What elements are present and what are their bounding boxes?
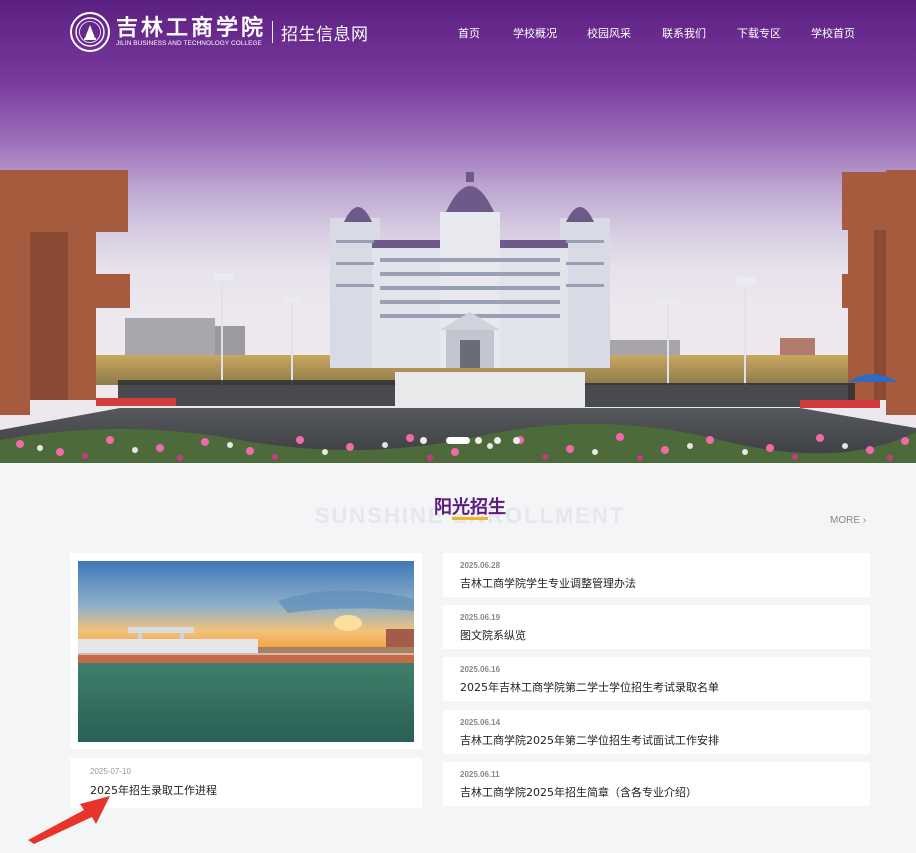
section-title-underline [452,517,488,520]
hero-banner [0,0,916,463]
featured-article[interactable]: 2025-07-10 2025年招生录取工作进程 [70,758,422,808]
news-item[interactable]: 2025.06.19 图文院系纵览 [443,605,870,649]
news-date: 2025.06.16 [460,665,501,674]
enrollment-section: SUNSHINE ENROLLMENT 阳光招生 MORE › 2025-07-… [0,463,916,853]
featured-date: 2025-07-10 [90,767,131,776]
nav-campus-style[interactable]: 校园风采 [587,25,631,41]
news-date: 2025.06.11 [460,770,500,779]
logo-english-name: JILIN BUSINESS AND TECHNOLOGY COLLEGE [116,40,262,47]
news-title[interactable]: 2025年吉林工商学院第二学士学位招生考试录取名单 [460,679,719,695]
stadium-photo[interactable] [78,561,414,742]
news-item[interactable]: 2025.06.11 吉林工商学院2025年招生简章（含各专业介绍） [443,762,870,806]
featured-image-card[interactable] [70,553,422,749]
news-title[interactable]: 图文院系纵览 [460,627,526,643]
news-item[interactable]: 2025.06.28 吉林工商学院学生专业调整管理办法 [443,553,870,597]
news-item[interactable]: 2025.06.16 2025年吉林工商学院第二学士学位招生考试录取名单 [443,657,870,701]
campus-photo [0,170,916,463]
news-title[interactable]: 吉林工商学院2025年第二学位招生考试面试工作安排 [460,732,719,748]
nav-contact[interactable]: 联系我们 [662,25,706,41]
news-title[interactable]: 吉林工商学院学生专业调整管理办法 [460,575,636,591]
annotation-arrow-icon [28,796,110,844]
news-date: 2025.06.14 [460,718,501,727]
slider-dot[interactable] [513,437,520,444]
news-item[interactable]: 2025.06.14 吉林工商学院2025年第二学位招生考试面试工作安排 [443,710,870,754]
main-nav: 首页 学校概况 校园风采 联系我们 下载专区 学校首页 [0,25,916,41]
nav-home[interactable]: 首页 [458,25,480,41]
nav-about[interactable]: 学校概况 [513,25,557,41]
slider-dot[interactable] [475,437,482,444]
more-link[interactable]: MORE › [830,515,866,526]
nav-school-home[interactable]: 学校首页 [811,25,855,41]
news-date: 2025.06.19 [460,613,501,622]
nav-downloads[interactable]: 下载专区 [737,25,781,41]
slider-dot[interactable] [494,437,501,444]
slider-dot-active[interactable] [446,437,470,444]
news-date: 2025.06.28 [460,561,501,570]
news-title[interactable]: 吉林工商学院2025年招生简章（含各专业介绍） [460,784,697,800]
section-title: 阳光招生 [434,497,506,518]
site-header: 吉林工商学院 JILIN BUSINESS AND TECHNOLOGY COL… [0,0,916,68]
slider-dot[interactable] [420,437,427,444]
